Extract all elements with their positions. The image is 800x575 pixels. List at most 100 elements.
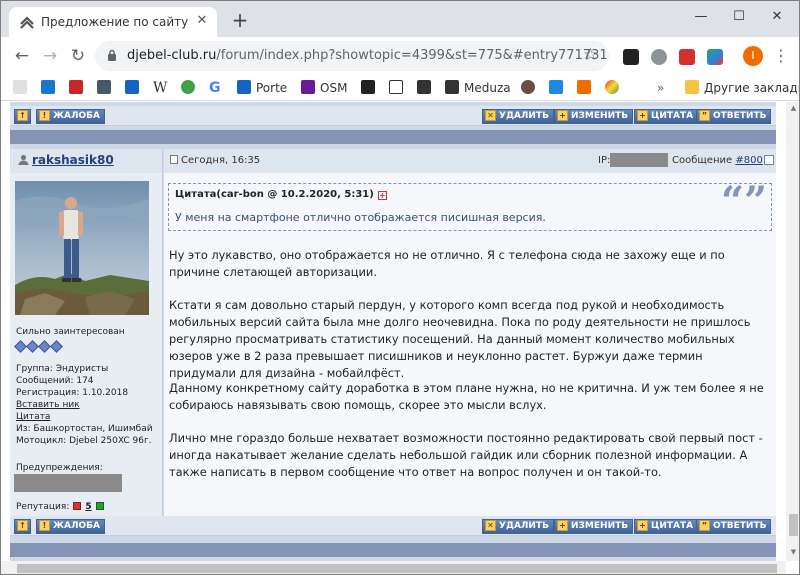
top-button[interactable]: ↑ bbox=[14, 519, 31, 534]
quote-header: Цитата(car-bon @ 10.2.2020, 5:31) + bbox=[175, 189, 387, 200]
reload-icon[interactable]: ↻ bbox=[67, 45, 89, 67]
post-action-bar: ↑ ! ЖАЛОБА ✕ УДАЛИТЬ + ИЗМЕНИТЬ + ЦИТАТА ” ОТ… bbox=[10, 516, 776, 536]
extension-colored-icon[interactable] bbox=[707, 49, 723, 65]
bookmarks-overflow-icon[interactable]: » bbox=[657, 79, 664, 97]
quote-label: ЦИТАТА bbox=[651, 521, 694, 531]
author-name[interactable]: rakshasik80 bbox=[18, 153, 114, 167]
edit-label: ИЗМЕНИТЬ bbox=[571, 111, 629, 121]
address-bar[interactable]: djebel-club.ru/forum/index.php?showtopic… bbox=[95, 41, 609, 71]
extension-drive-icon[interactable] bbox=[651, 49, 667, 65]
bookmark-6[interactable] bbox=[361, 79, 375, 97]
extension-red-icon[interactable] bbox=[679, 49, 695, 65]
other-bookmarks[interactable]: Другие закладки bbox=[685, 79, 799, 97]
user-posts: Сообщений: 174 bbox=[16, 376, 94, 386]
bookmark-porte[interactable]: Porte bbox=[237, 79, 287, 97]
other-bookmarks-label: Другие закладки bbox=[704, 81, 799, 95]
quote-button[interactable]: + ЦИТАТА bbox=[634, 519, 699, 534]
user-reputation: Репутация: 5 bbox=[16, 502, 104, 512]
bookmark-star-icon[interactable]: ☆ bbox=[583, 45, 598, 65]
forum-favicon-icon bbox=[20, 16, 34, 29]
bookmark-1[interactable] bbox=[41, 79, 55, 97]
bookmark-osm-label: OSM bbox=[320, 81, 348, 95]
user-info-panel: Сильно заинтересован Группа: Эндуристы С… bbox=[10, 173, 163, 516]
bookmark-8[interactable] bbox=[417, 79, 431, 97]
reputation-value[interactable]: 5 bbox=[85, 502, 91, 512]
tab-title: Предложение по сайту - Форум bbox=[41, 15, 191, 29]
reputation-minus-icon[interactable] bbox=[73, 502, 82, 510]
plus-icon: + bbox=[557, 520, 568, 531]
post-date: Сегодня, 16:35 bbox=[170, 155, 260, 166]
bookmark-4[interactable] bbox=[125, 79, 139, 97]
scroll-up-icon[interactable]: ▲ bbox=[789, 104, 798, 114]
close-window-button[interactable]: ✕ bbox=[765, 7, 789, 27]
message-label: Сообщение bbox=[672, 155, 733, 166]
tab-close-icon[interactable]: ✕ bbox=[193, 12, 211, 30]
vertical-scroll-thumb[interactable] bbox=[789, 514, 798, 536]
bookmark-10[interactable] bbox=[549, 79, 563, 97]
horizontal-scrollbar[interactable] bbox=[1, 561, 786, 574]
back-icon[interactable]: ← bbox=[11, 45, 33, 67]
top-button[interactable]: ↑ bbox=[14, 109, 31, 124]
delete-icon: ✕ bbox=[485, 110, 496, 121]
delete-button[interactable]: ✕ УДАЛИТЬ bbox=[482, 109, 554, 124]
horizontal-scroll-thumb[interactable] bbox=[17, 564, 777, 573]
bookmark-2[interactable] bbox=[69, 79, 83, 97]
insert-nick-link[interactable]: Вставить ник bbox=[16, 400, 80, 410]
edit-button[interactable]: + ИЗМЕНИТЬ bbox=[554, 519, 634, 534]
reply-button[interactable]: ” ОТВЕТИТЬ bbox=[696, 519, 772, 534]
complaint-label: ЖАЛОБА bbox=[53, 111, 100, 121]
quote-link-row: Цитата bbox=[16, 411, 50, 423]
bookmark-wikipedia-icon[interactable]: W bbox=[153, 79, 167, 97]
quote-user-link[interactable]: Цитата bbox=[16, 412, 50, 422]
exclamation-icon: ! bbox=[39, 110, 50, 121]
edit-label: ИЗМЕНИТЬ bbox=[571, 521, 629, 531]
arrow-up-icon: ↑ bbox=[17, 520, 28, 531]
quote-header-label: Цитата(car-bon @ 10.2.2020, 5:31) bbox=[175, 189, 374, 200]
quote-button[interactable]: + ЦИТАТА bbox=[634, 109, 699, 124]
exclamation-icon: ! bbox=[39, 520, 50, 531]
bookmark-3[interactable] bbox=[97, 79, 111, 97]
profile-avatar[interactable]: I bbox=[743, 46, 763, 66]
edit-button[interactable]: + ИЗМЕНИТЬ bbox=[554, 109, 634, 124]
post-paragraph-4: Лично мне гораздо больше нехватает возмо… bbox=[169, 431, 763, 479]
bookmark-meduza[interactable]: Meduza bbox=[445, 79, 511, 97]
reputation-label: Репутация: bbox=[16, 502, 70, 512]
reply-button[interactable]: ” ОТВЕТИТЬ bbox=[696, 109, 772, 124]
url-text[interactable]: djebel-club.ru/forum/index.php?showtopic… bbox=[127, 48, 608, 63]
post-paragraph-3: Данному конкретному сайту доработка в эт… bbox=[169, 381, 764, 412]
user-bike: Мотоцикл: Djebel 250XC 96г. bbox=[16, 436, 152, 446]
bookmark-osm[interactable]: OSM bbox=[301, 79, 347, 97]
rank-pips-icon bbox=[14, 340, 64, 353]
arrow-up-icon: ↑ bbox=[17, 110, 28, 121]
reply-label: ОТВЕТИТЬ bbox=[713, 521, 767, 531]
ip-label: IP: bbox=[598, 155, 611, 166]
warnings-redacted bbox=[14, 474, 122, 492]
scroll-down-icon[interactable]: ▼ bbox=[789, 548, 798, 558]
message-number-link[interactable]: #800 bbox=[735, 155, 762, 166]
bookmark-5[interactable] bbox=[181, 79, 195, 97]
select-post-checkbox[interactable] bbox=[764, 155, 774, 165]
bookmark-7[interactable] bbox=[389, 79, 403, 97]
quote-link-icon[interactable]: + bbox=[377, 191, 387, 200]
bookmark-9[interactable] bbox=[521, 79, 535, 97]
lock-icon bbox=[108, 49, 116, 61]
bookmark-12[interactable] bbox=[605, 79, 619, 97]
url-host: djebel-club.ru bbox=[127, 48, 217, 63]
browser-menu-icon[interactable]: ⋮ bbox=[773, 45, 789, 67]
delete-button[interactable]: ✕ УДАЛИТЬ bbox=[482, 519, 554, 534]
bookmark-porte-label: Porte bbox=[256, 81, 288, 95]
new-tab-button[interactable]: + bbox=[229, 9, 251, 31]
bookmark-google-icon[interactable]: G bbox=[209, 79, 221, 97]
bookmark-11[interactable] bbox=[577, 79, 591, 97]
minimize-button[interactable]: — bbox=[689, 7, 713, 27]
reputation-plus-icon[interactable] bbox=[95, 502, 104, 510]
complaint-button[interactable]: ! ЖАЛОБА bbox=[36, 109, 105, 124]
post-icon bbox=[170, 155, 178, 164]
vertical-scrollbar[interactable]: ▲ ▼ bbox=[786, 102, 799, 561]
tab-active[interactable]: Предложение по сайту - Форум ✕ bbox=[9, 7, 217, 37]
forward-icon[interactable]: → bbox=[39, 45, 61, 67]
complaint-button[interactable]: ! ЖАЛОБА bbox=[36, 519, 105, 534]
maximize-button[interactable]: ☐ bbox=[727, 7, 751, 27]
extension-m-icon[interactable] bbox=[623, 49, 639, 65]
bookmark-apps-icon[interactable] bbox=[13, 79, 27, 97]
